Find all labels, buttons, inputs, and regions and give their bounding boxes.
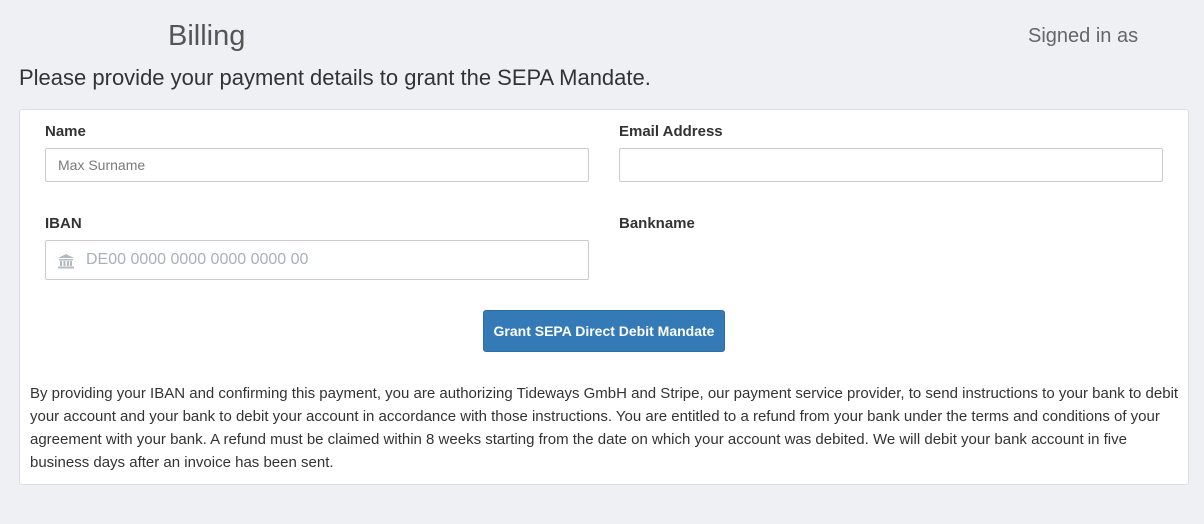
bankname-label: Bankname (619, 215, 695, 232)
name-input[interactable] (45, 148, 589, 182)
iban-label: IBAN (45, 215, 82, 232)
sepa-mandate-form: Name Email Address IBAN Bankname Grant S… (19, 109, 1189, 485)
name-label: Name (45, 123, 86, 140)
bank-icon (57, 252, 75, 270)
grant-mandate-button[interactable]: Grant SEPA Direct Debit Mandate (483, 310, 725, 352)
intro-text: Please provide your payment details to g… (19, 65, 651, 90)
iban-input[interactable] (84, 241, 586, 279)
iban-field[interactable] (45, 240, 589, 280)
email-label: Email Address (619, 123, 723, 140)
email-input[interactable] (619, 148, 1163, 182)
bankname-value (619, 240, 1163, 260)
page-title: Billing (168, 20, 246, 52)
legal-notice: By providing your IBAN and confirming th… (30, 385, 1179, 471)
signed-in-label: Signed in as (1028, 25, 1139, 47)
